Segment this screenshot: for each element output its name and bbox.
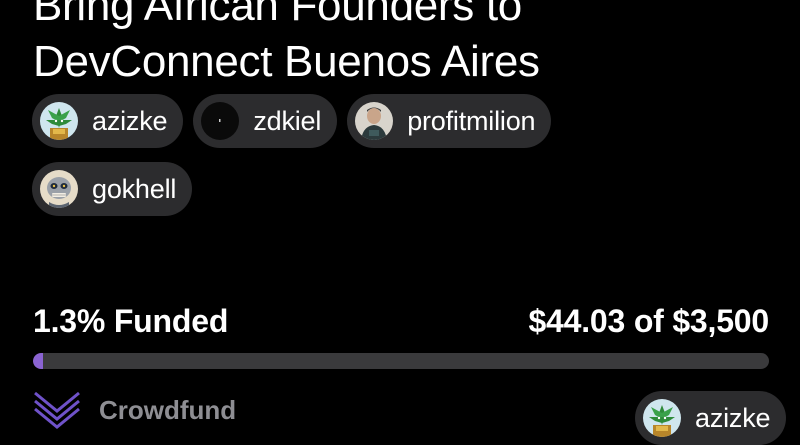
contributor-name: azizke	[92, 105, 168, 136]
creator-name: azizke	[695, 402, 771, 433]
contributors-list: azizke zdkiel profitmilion gokhell	[32, 94, 632, 230]
skull-avatar-icon	[40, 170, 78, 208]
cactus-avatar-icon	[40, 102, 78, 140]
person-photo-avatar-icon	[355, 102, 394, 140]
contributor-chip-azizke[interactable]: azizke	[32, 94, 184, 148]
brand-name: Crowdfund	[99, 394, 237, 425]
contributors-row-2: gokhell	[32, 162, 632, 216]
brand: Crowdfund	[33, 389, 236, 429]
contributor-name: zdkiel	[253, 105, 322, 136]
funded-amount: $44.03 of $3,500	[528, 303, 769, 339]
contributors-row-1: azizke zdkiel profitmilion	[32, 94, 632, 148]
funded-percent: 1.3% Funded	[33, 303, 229, 339]
crowdfund-logo-icon	[33, 389, 81, 429]
funding-summary: 1.3% Funded $44.03 of $3,500	[33, 303, 769, 340]
dark-dot-avatar-icon	[201, 102, 240, 140]
contributor-chip-zdkiel[interactable]: zdkiel	[193, 94, 338, 148]
contributor-name: gokhell	[92, 173, 177, 204]
title-line-1: Bring African Founders to	[33, 0, 522, 30]
contributor-chip-gokhell[interactable]: gokhell	[32, 162, 193, 216]
page-title: Bring African Founders to DevConnect Bue…	[33, 0, 773, 90]
contributor-chip-profitmilion[interactable]: profitmilion	[347, 94, 552, 148]
funding-progress-fill	[33, 353, 43, 369]
title-line-2: DevConnect Buenos Aires	[33, 37, 540, 86]
funding-progress-bar	[33, 353, 769, 369]
cactus-avatar-icon	[643, 399, 681, 437]
creator-chip[interactable]: azizke	[635, 391, 787, 445]
contributor-name: profitmilion	[407, 105, 536, 136]
